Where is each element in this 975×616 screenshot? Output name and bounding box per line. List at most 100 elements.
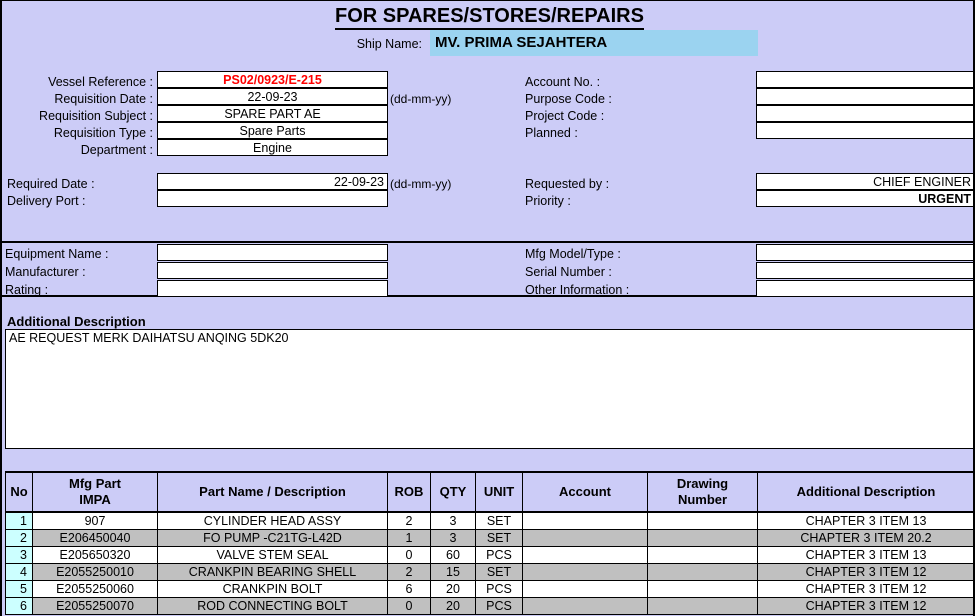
priority-value: URGENT [918,192,971,206]
column-header-account: Account [522,471,648,513]
equipment-name-label: Equipment Name : [5,247,109,261]
manufacturer-label: Manufacturer : [5,265,86,279]
parts-table: No Mfg Part IMPA Part Name / Description… [5,471,973,615]
other-information-field[interactable] [756,280,973,297]
mfg-model-label: Mfg Model/Type : [525,247,621,261]
vessel-reference-field[interactable]: PS02/0923/E-215 [157,71,388,88]
delivery-port-value [161,191,387,192]
requisition-date-format-hint: (dd-mm-yy) [390,92,452,106]
mfg-model-field[interactable] [756,244,973,261]
vessel-reference-label: Vessel Reference : [48,75,153,89]
cell-qty: 3 [430,511,476,530]
cell-additional-description: CHAPTER 3 ITEM 13 [757,511,973,530]
column-header-drawing-number: Drawing Number [647,471,758,513]
cell-drawing-number [647,580,758,598]
manufacturer-field[interactable] [157,262,388,279]
requisition-date-field[interactable]: 22-09-23 [157,88,388,105]
cell-mfg-part: 907 [32,511,158,530]
required-date-label: Required Date : [7,177,95,191]
column-header-no: No [5,471,33,513]
requisition-subject-value: SPARE PART AE [224,107,321,121]
requisition-type-value: Spare Parts [239,124,306,138]
table-row[interactable]: 3 E205650320 VALVE STEM SEAL 0 60 PCS CHAPTER … [5,546,973,564]
cell-drawing-number [647,511,758,530]
required-date-value: 22-09-23 [333,175,384,189]
cell-no: 1 [5,511,33,530]
column-header-drawing-line2: Number [677,492,728,507]
account-no-field[interactable] [756,71,973,88]
department-value: Engine [253,141,292,155]
requisition-subject-label: Requisition Subject : [39,109,153,123]
cell-rob: 2 [387,563,431,581]
required-date-field[interactable]: 22-09-23 [157,173,388,190]
column-header-mfg-part-impa: Mfg Part IMPA [32,471,158,513]
mfg-model-value [760,245,973,246]
table-row[interactable]: 5 E2055250060 CRANKPIN BOLT 6 20 PCS CHAPTER 3… [5,580,973,598]
purpose-code-value [757,89,971,90]
cell-part-name: CYLINDER HEAD ASSY [157,511,388,530]
column-header-mfg-part-line1: Mfg Part [69,475,121,491]
parts-table-body: 1 907 CYLINDER HEAD ASSY 2 3 SET CHAPTER 3 ITE… [5,511,973,615]
cell-additional-description: CHAPTER 3 ITEM 12 [757,580,973,598]
additional-description-textarea[interactable]: AE REQUEST MERK DAIHATSU ANQING 5DK20 [5,329,973,449]
requisition-type-field[interactable]: Spare Parts [157,122,388,139]
project-code-value [757,106,971,107]
cell-mfg-part: E2055250010 [32,563,158,581]
serial-number-value [760,263,973,264]
requested-by-label: Requested by : [525,177,610,191]
planned-field[interactable] [756,122,973,139]
column-header-rob: ROB [387,471,431,513]
cell-qty: 20 [430,597,476,615]
cell-mfg-part: E2055250060 [32,580,158,598]
requisition-subject-field[interactable]: SPARE PART AE [157,105,388,122]
requisition-date-label: Requisition Date : [54,92,153,106]
column-header-part-name: Part Name / Description [157,471,388,513]
delivery-port-field[interactable] [157,190,388,207]
serial-number-field[interactable] [756,262,973,279]
cell-drawing-number [647,597,758,615]
requested-by-field[interactable]: CHIEF ENGINER [756,173,973,190]
account-no-label: Account No. : [525,75,601,89]
planned-label: Planned : [525,126,578,140]
other-information-value [760,281,973,282]
page-title-text: FOR SPARES/STORES/REPAIRS [335,5,644,30]
cell-no: 3 [5,546,33,564]
vessel-reference-value: PS02/0923/E-215 [223,73,322,87]
table-row[interactable]: 1 907 CYLINDER HEAD ASSY 2 3 SET CHAPTER 3 ITE… [5,511,973,530]
equipment-name-field[interactable] [157,244,388,261]
project-code-field[interactable] [756,105,973,122]
page-title: FOR SPARES/STORES/REPAIRS [2,5,973,30]
cell-qty: 3 [430,529,476,547]
priority-field[interactable]: URGENT [756,190,973,207]
cell-unit: SET [475,563,523,581]
manufacturer-value [161,263,387,264]
cell-rob: 0 [387,546,431,564]
cell-unit: PCS [475,597,523,615]
ship-name-value[interactable]: MV. PRIMA SEJAHTERA [430,30,758,56]
cell-rob: 0 [387,597,431,615]
cell-drawing-number [647,563,758,581]
purpose-code-field[interactable] [756,88,973,105]
requisition-type-label: Requisition Type : [53,126,153,140]
cell-qty: 15 [430,563,476,581]
rating-field[interactable] [157,280,388,297]
other-information-label: Other Information : [525,283,630,297]
requisition-date-value: 22-09-23 [247,90,298,104]
cell-drawing-number [647,529,758,547]
cell-no: 5 [5,580,33,598]
table-row[interactable]: 6 E2055250070 ROD CONNECTING BOLT 0 20 PCS CHA… [5,597,973,615]
cell-drawing-number [647,546,758,564]
cell-additional-description: CHAPTER 3 ITEM 13 [757,546,973,564]
rating-label: Rating : [5,283,49,297]
table-row[interactable]: 2 E206450040 FO PUMP -C21TG-L42D 1 3 SET CHAPT… [5,529,973,547]
cell-account [522,546,648,564]
table-row[interactable]: 4 E2055250010 CRANKPIN BEARING SHELL 2 15 SET… [5,563,973,581]
serial-number-label: Serial Number : [525,265,612,279]
cell-account [522,511,648,530]
additional-description-heading: Additional Description [7,314,146,329]
department-field[interactable]: Engine [157,139,388,156]
cell-unit: PCS [475,546,523,564]
ship-name-label: Ship Name: [356,37,422,51]
parts-table-header-row: No Mfg Part IMPA Part Name / Description… [5,471,973,513]
column-header-additional-description: Additional Description [757,471,973,513]
